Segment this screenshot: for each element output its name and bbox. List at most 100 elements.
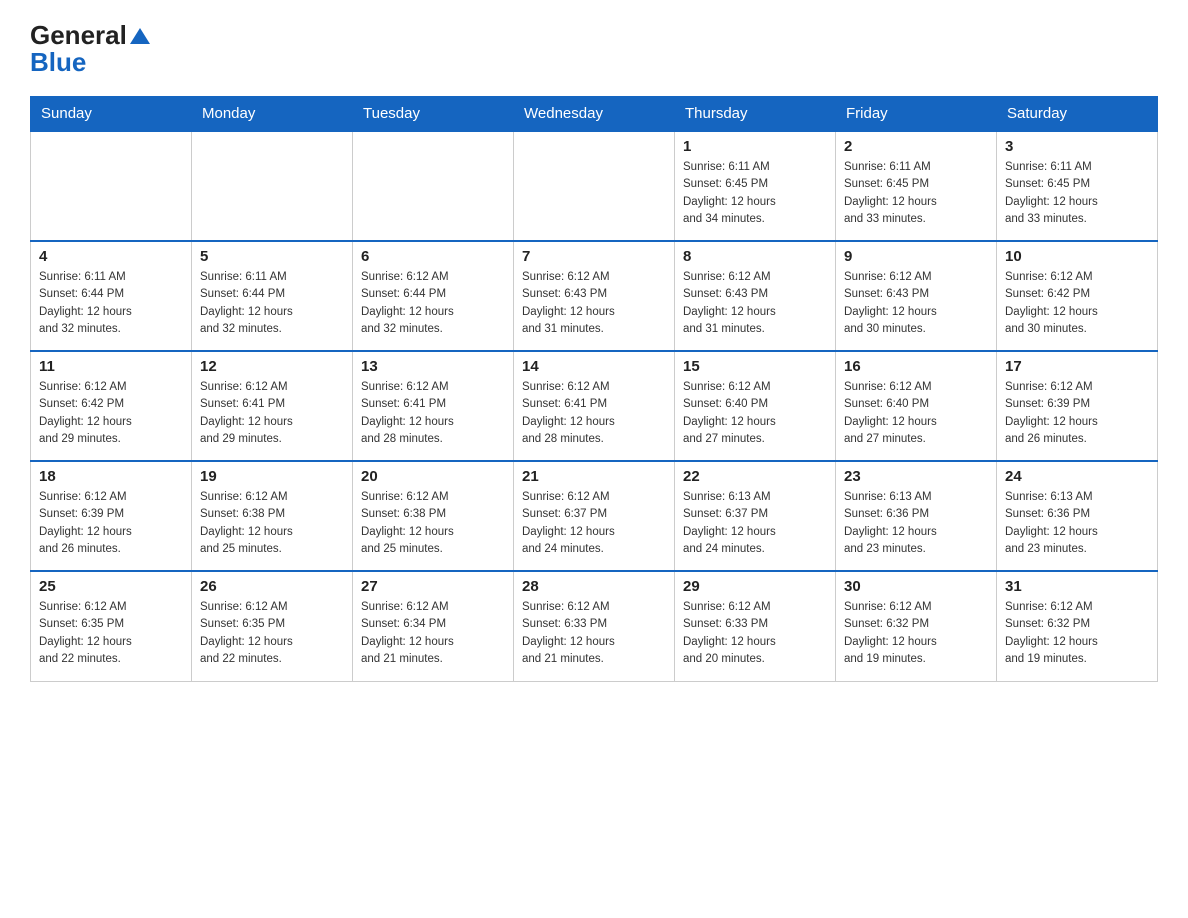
week-row-2: 4 Sunrise: 6:11 AMSunset: 6:44 PMDaylight… bbox=[31, 241, 1158, 351]
day-info: Sunrise: 6:12 AMSunset: 6:44 PMDaylight:… bbox=[361, 269, 505, 338]
day-number: 20 bbox=[361, 468, 505, 485]
calendar-cell-w2-d6: 10Sunrise: 6:12 AMSunset: 6:42 PMDayligh… bbox=[997, 241, 1158, 351]
day-number: 17 bbox=[1005, 358, 1149, 375]
calendar-cell-w3-d5: 16Sunrise: 6:12 AMSunset: 6:40 PMDayligh… bbox=[836, 351, 997, 461]
day-number: 21 bbox=[522, 468, 666, 485]
day-number: 23 bbox=[844, 468, 988, 485]
calendar-cell-w4-d2: 20 Sunrise: 6:12 AMSunset: 6:38 PMDayligh… bbox=[353, 461, 514, 571]
day-info: Sunrise: 6:12 AMSunset: 6:43 PMDaylight:… bbox=[683, 269, 827, 338]
day-info: Sunrise: 6:12 AMSunset: 6:35 PMDaylight:… bbox=[39, 599, 183, 668]
calendar-cell-w1-d6: 3 Sunrise: 6:11 AMSunset: 6:45 PMDaylight… bbox=[997, 131, 1158, 241]
calendar-cell-w5-d1: 26 Sunrise: 6:12 AMSunset: 6:35 PMDayligh… bbox=[192, 571, 353, 681]
calendar-cell-w3-d0: 11Sunrise: 6:12 AMSunset: 6:42 PMDayligh… bbox=[31, 351, 192, 461]
day-info: Sunrise: 6:12 AMSunset: 6:38 PMDaylight:… bbox=[200, 489, 344, 558]
calendar-cell-w3-d6: 17 Sunrise: 6:12 AMSunset: 6:39 PMDayligh… bbox=[997, 351, 1158, 461]
day-number: 27 bbox=[361, 578, 505, 595]
header-saturday: Saturday bbox=[997, 97, 1158, 132]
day-info: Sunrise: 6:12 AMSunset: 6:43 PMDaylight:… bbox=[844, 269, 988, 338]
calendar-cell-w2-d5: 9 Sunrise: 6:12 AMSunset: 6:43 PMDaylight… bbox=[836, 241, 997, 351]
calendar-header-row: SundayMondayTuesdayWednesdayThursdayFrid… bbox=[31, 97, 1158, 132]
day-info: Sunrise: 6:12 AMSunset: 6:38 PMDaylight:… bbox=[361, 489, 505, 558]
day-number: 13 bbox=[361, 358, 505, 375]
calendar-cell-w5-d4: 29 Sunrise: 6:12 AMSunset: 6:33 PMDayligh… bbox=[675, 571, 836, 681]
day-info: Sunrise: 6:12 AMSunset: 6:39 PMDaylight:… bbox=[1005, 379, 1149, 448]
header-friday: Friday bbox=[836, 97, 997, 132]
calendar-cell-w5-d5: 30 Sunrise: 6:12 AMSunset: 6:32 PMDayligh… bbox=[836, 571, 997, 681]
calendar-cell-w2-d3: 7Sunrise: 6:12 AMSunset: 6:43 PMDaylight… bbox=[514, 241, 675, 351]
calendar-cell-w4-d1: 19 Sunrise: 6:12 AMSunset: 6:38 PMDayligh… bbox=[192, 461, 353, 571]
day-info: Sunrise: 6:11 AMSunset: 6:45 PMDaylight:… bbox=[844, 159, 988, 228]
calendar-cell-w1-d1 bbox=[192, 131, 353, 241]
header-monday: Monday bbox=[192, 97, 353, 132]
day-info: Sunrise: 6:13 AMSunset: 6:36 PMDaylight:… bbox=[1005, 489, 1149, 558]
calendar-cell-w3-d1: 12 Sunrise: 6:12 AMSunset: 6:41 PMDayligh… bbox=[192, 351, 353, 461]
day-number: 10 bbox=[1005, 248, 1149, 265]
calendar-cell-w1-d2 bbox=[353, 131, 514, 241]
day-info: Sunrise: 6:12 AMSunset: 6:33 PMDaylight:… bbox=[522, 599, 666, 668]
calendar-cell-w4-d0: 18Sunrise: 6:12 AMSunset: 6:39 PMDayligh… bbox=[31, 461, 192, 571]
day-number: 16 bbox=[844, 358, 988, 375]
calendar-cell-w3-d4: 15 Sunrise: 6:12 AMSunset: 6:40 PMDayligh… bbox=[675, 351, 836, 461]
logo-blue-text: Blue bbox=[30, 47, 86, 78]
day-number: 25 bbox=[39, 578, 183, 595]
logo-triangle-icon bbox=[129, 27, 151, 45]
day-number: 5 bbox=[200, 248, 344, 265]
day-number: 24 bbox=[1005, 468, 1149, 485]
calendar-cell-w4-d5: 23 Sunrise: 6:13 AMSunset: 6:36 PMDayligh… bbox=[836, 461, 997, 571]
header-thursday: Thursday bbox=[675, 97, 836, 132]
day-info: Sunrise: 6:12 AMSunset: 6:41 PMDaylight:… bbox=[361, 379, 505, 448]
calendar-cell-w2-d4: 8 Sunrise: 6:12 AMSunset: 6:43 PMDaylight… bbox=[675, 241, 836, 351]
day-info: Sunrise: 6:11 AMSunset: 6:45 PMDaylight:… bbox=[683, 159, 827, 228]
week-row-5: 25 Sunrise: 6:12 AMSunset: 6:35 PMDayligh… bbox=[31, 571, 1158, 681]
calendar-cell-w2-d2: 6 Sunrise: 6:12 AMSunset: 6:44 PMDaylight… bbox=[353, 241, 514, 351]
day-number: 29 bbox=[683, 578, 827, 595]
day-info: Sunrise: 6:12 AMSunset: 6:34 PMDaylight:… bbox=[361, 599, 505, 668]
calendar-cell-w4-d3: 21Sunrise: 6:12 AMSunset: 6:37 PMDayligh… bbox=[514, 461, 675, 571]
logo: General Blue bbox=[30, 20, 153, 78]
day-number: 3 bbox=[1005, 138, 1149, 155]
day-number: 22 bbox=[683, 468, 827, 485]
day-info: Sunrise: 6:12 AMSunset: 6:32 PMDaylight:… bbox=[1005, 599, 1149, 668]
day-number: 1 bbox=[683, 138, 827, 155]
calendar-table: SundayMondayTuesdayWednesdayThursdayFrid… bbox=[30, 96, 1158, 682]
calendar-cell-w4-d4: 22 Sunrise: 6:13 AMSunset: 6:37 PMDayligh… bbox=[675, 461, 836, 571]
calendar-cell-w5-d2: 27 Sunrise: 6:12 AMSunset: 6:34 PMDayligh… bbox=[353, 571, 514, 681]
day-info: Sunrise: 6:11 AMSunset: 6:44 PMDaylight:… bbox=[200, 269, 344, 338]
day-info: Sunrise: 6:12 AMSunset: 6:32 PMDaylight:… bbox=[844, 599, 988, 668]
calendar-cell-w3-d3: 14 Sunrise: 6:12 AMSunset: 6:41 PMDayligh… bbox=[514, 351, 675, 461]
calendar-cell-w4-d6: 24 Sunrise: 6:13 AMSunset: 6:36 PMDayligh… bbox=[997, 461, 1158, 571]
day-info: Sunrise: 6:12 AMSunset: 6:41 PMDaylight:… bbox=[522, 379, 666, 448]
day-number: 15 bbox=[683, 358, 827, 375]
day-number: 14 bbox=[522, 358, 666, 375]
day-number: 8 bbox=[683, 248, 827, 265]
day-info: Sunrise: 6:12 AMSunset: 6:33 PMDaylight:… bbox=[683, 599, 827, 668]
calendar-cell-w5-d0: 25 Sunrise: 6:12 AMSunset: 6:35 PMDayligh… bbox=[31, 571, 192, 681]
week-row-4: 18Sunrise: 6:12 AMSunset: 6:39 PMDayligh… bbox=[31, 461, 1158, 571]
calendar-cell-w1-d4: 1 Sunrise: 6:11 AMSunset: 6:45 PMDaylight… bbox=[675, 131, 836, 241]
day-number: 19 bbox=[200, 468, 344, 485]
day-number: 26 bbox=[200, 578, 344, 595]
day-number: 28 bbox=[522, 578, 666, 595]
day-number: 12 bbox=[200, 358, 344, 375]
day-info: Sunrise: 6:11 AMSunset: 6:45 PMDaylight:… bbox=[1005, 159, 1149, 228]
day-info: Sunrise: 6:13 AMSunset: 6:36 PMDaylight:… bbox=[844, 489, 988, 558]
day-number: 4 bbox=[39, 248, 183, 265]
day-number: 9 bbox=[844, 248, 988, 265]
day-number: 31 bbox=[1005, 578, 1149, 595]
header-tuesday: Tuesday bbox=[353, 97, 514, 132]
day-info: Sunrise: 6:13 AMSunset: 6:37 PMDaylight:… bbox=[683, 489, 827, 558]
week-row-1: 1 Sunrise: 6:11 AMSunset: 6:45 PMDaylight… bbox=[31, 131, 1158, 241]
day-info: Sunrise: 6:12 AMSunset: 6:41 PMDaylight:… bbox=[200, 379, 344, 448]
day-info: Sunrise: 6:11 AMSunset: 6:44 PMDaylight:… bbox=[39, 269, 183, 338]
header-sunday: Sunday bbox=[31, 97, 192, 132]
calendar-cell-w1-d0 bbox=[31, 131, 192, 241]
week-row-3: 11Sunrise: 6:12 AMSunset: 6:42 PMDayligh… bbox=[31, 351, 1158, 461]
day-number: 6 bbox=[361, 248, 505, 265]
day-info: Sunrise: 6:12 AMSunset: 6:35 PMDaylight:… bbox=[200, 599, 344, 668]
calendar-cell-w1-d5: 2Sunrise: 6:11 AMSunset: 6:45 PMDaylight… bbox=[836, 131, 997, 241]
calendar-cell-w2-d1: 5 Sunrise: 6:11 AMSunset: 6:44 PMDaylight… bbox=[192, 241, 353, 351]
day-info: Sunrise: 6:12 AMSunset: 6:42 PMDaylight:… bbox=[39, 379, 183, 448]
day-number: 30 bbox=[844, 578, 988, 595]
day-info: Sunrise: 6:12 AMSunset: 6:40 PMDaylight:… bbox=[683, 379, 827, 448]
day-number: 7 bbox=[522, 248, 666, 265]
